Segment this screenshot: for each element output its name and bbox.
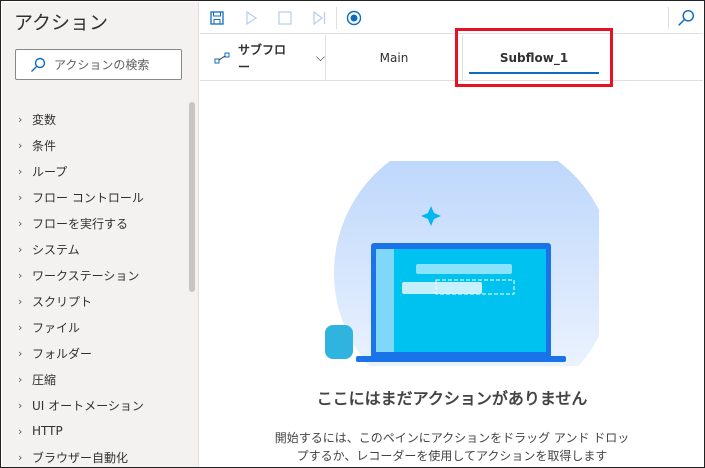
action-search-input[interactable]: アクションの検索 <box>15 49 182 80</box>
category-item[interactable]: › 圧縮 <box>2 366 187 392</box>
save-icon <box>210 10 224 25</box>
chevron-right-icon: › <box>18 216 23 230</box>
category-label: ループ <box>32 164 68 179</box>
chevron-right-icon: › <box>18 164 23 178</box>
category-item[interactable]: › UI オートメーション <box>2 392 187 418</box>
run-icon <box>246 10 258 25</box>
pane-title: アクション <box>14 12 109 34</box>
chevron-right-icon: › <box>18 268 23 282</box>
tab-main[interactable]: Main <box>326 35 462 80</box>
step-icon <box>313 10 326 25</box>
chevron-right-icon: › <box>18 450 23 464</box>
category-item[interactable]: › ブラウザー自動化 <box>2 444 187 467</box>
chevron-right-icon: › <box>18 138 23 152</box>
window: アクション アクションの検索 › 変数 › 条件 › ループ › フロー コントロール › フロー… <box>0 0 705 468</box>
category-label: HTTP <box>32 424 63 438</box>
save-button[interactable] <box>200 2 234 34</box>
category-item[interactable]: › システム <box>2 236 187 262</box>
step-button[interactable] <box>302 2 336 34</box>
record-button[interactable] <box>337 2 371 34</box>
chevron-right-icon: › <box>18 398 23 412</box>
category-label: スクリプト <box>32 294 93 309</box>
highlight-box <box>455 28 613 87</box>
category-item[interactable]: › スクリプト <box>2 288 187 314</box>
category-item[interactable]: › ファイル <box>2 314 187 340</box>
chevron-right-icon: › <box>18 424 23 438</box>
category-label: ファイル <box>32 320 81 335</box>
category-label: ワークステーション <box>32 268 140 283</box>
category-label: 変数 <box>32 112 57 127</box>
category-item[interactable]: › HTTP <box>2 418 187 444</box>
stop-button[interactable] <box>268 2 302 34</box>
search-button[interactable] <box>669 2 703 34</box>
empty-state-title: ここにはまだアクションがありません <box>316 389 588 408</box>
category-item[interactable]: › ワークステーション <box>2 262 187 288</box>
record-icon <box>346 10 362 25</box>
category-label: フローを実行する <box>32 216 129 231</box>
category-label: 圧縮 <box>32 372 57 387</box>
scrollbar[interactable] <box>189 102 195 292</box>
run-button[interactable] <box>234 2 268 34</box>
category-item[interactable]: › フォルダー <box>2 340 187 366</box>
category-item[interactable]: › フロー コントロール <box>2 184 187 210</box>
chevron-right-icon: › <box>18 242 23 256</box>
search-icon <box>31 57 46 72</box>
chevron-right-icon: › <box>18 320 23 334</box>
subflow-icon <box>214 52 230 63</box>
search-icon <box>678 9 695 26</box>
actions-pane: アクション アクションの検索 › 変数 › 条件 › ループ › フロー コントロール › フロー… <box>2 2 199 467</box>
stop-icon <box>278 10 292 25</box>
category-item[interactable]: › 条件 <box>2 132 187 158</box>
empty-state-description: 開始するには、このペインにアクションをドラッグ アンド ドロッ プするか、レコー… <box>200 429 704 465</box>
category-label: フロー コントロール <box>32 190 144 205</box>
chevron-right-icon: › <box>18 112 23 126</box>
chevron-right-icon: › <box>18 190 23 204</box>
search-placeholder: アクションの検索 <box>54 58 150 72</box>
chevron-right-icon: › <box>18 294 23 308</box>
desc-line-2: プするか、レコーダーを使用してアクションを取得します <box>296 449 608 463</box>
desc-line-1: 開始するには、このペインにアクションをドラッグ アンド ドロッ <box>274 431 630 445</box>
category-item[interactable]: › ループ <box>2 158 187 184</box>
subflow-dropdown[interactable]: サブフロー ⌵ <box>200 35 326 80</box>
chevron-down-icon: ⌵ <box>315 50 325 64</box>
category-label: システム <box>32 242 80 257</box>
subflow-label: サブフロー <box>237 42 286 74</box>
category-label: 条件 <box>32 138 57 153</box>
empty-illustration <box>325 161 599 366</box>
chevron-right-icon: › <box>18 346 23 360</box>
category-label: UI オートメーション <box>32 398 144 413</box>
chevron-right-icon: › <box>18 372 23 386</box>
tab-bar: サブフロー ⌵ Main Subflow_1 <box>200 35 703 81</box>
toolbar <box>200 2 703 34</box>
category-item[interactable]: › 変数 <box>2 106 187 132</box>
category-item[interactable]: › フローを実行する <box>2 210 187 236</box>
action-category-list: › 変数 › 条件 › ループ › フロー コントロール › フローを実行する › システム › ワークス… <box>2 106 187 467</box>
category-label: ブラウザー自動化 <box>32 450 129 465</box>
category-label: フォルダー <box>32 346 93 361</box>
